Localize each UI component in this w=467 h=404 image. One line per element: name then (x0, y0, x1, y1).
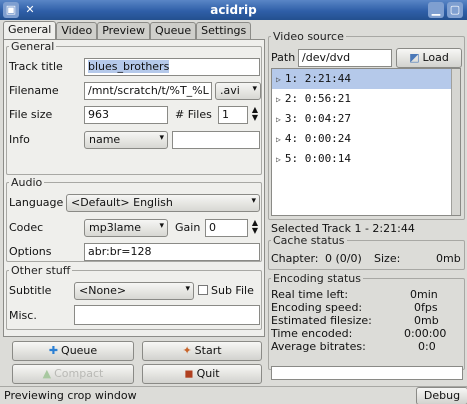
subfile-checkbox[interactable]: Sub File (198, 284, 254, 297)
tab-general[interactable]: General (3, 21, 57, 40)
cache-size-value: 0mb (436, 252, 461, 265)
misc-input[interactable] (74, 305, 260, 325)
tab-queue[interactable]: Queue (150, 22, 197, 40)
expander-icon: ▷ (276, 95, 281, 104)
path-input[interactable]: /dev/dvd (298, 49, 392, 67)
extension-select[interactable]: .avi ▾ (215, 82, 261, 100)
info-input[interactable] (172, 131, 260, 149)
tab-settings[interactable]: Settings (196, 22, 252, 40)
dropdown-arrow-icon: ▾ (251, 196, 256, 206)
status-bar: Previewing crop window Debug (0, 386, 467, 404)
track-list: ▷ 1: 2:21:44 ▷ 2: 0:56:21 ▷ 3: 0:04:27 ▷ 4: … (271, 68, 461, 216)
start-button[interactable]: ✦ Start (142, 341, 262, 361)
language-label: Language (9, 196, 64, 209)
filename-label: Filename (9, 84, 59, 97)
track-item[interactable]: ▷ 3: 0:04:27 (272, 109, 460, 129)
dropdown-arrow-icon: ▾ (185, 284, 190, 294)
maximize-icon[interactable]: ▢ (447, 2, 463, 18)
compact-button[interactable]: ▲ Compact (12, 364, 134, 384)
enc-row-value: 0min (410, 288, 438, 301)
minimize-icon[interactable]: ▁ (428, 2, 444, 18)
debug-button[interactable]: Debug (416, 387, 467, 404)
gain-input[interactable]: 0 (205, 219, 248, 237)
track-list-scrollbar[interactable] (451, 69, 460, 215)
encoding-status-legend: Encoding status (273, 272, 361, 285)
expander-icon: ▷ (276, 155, 281, 164)
filesize-input[interactable]: 963 (84, 106, 168, 124)
path-label: Path (271, 51, 296, 64)
window-title: acidrip (210, 3, 257, 17)
enc-row-value: 0:0 (418, 340, 436, 353)
dropdown-arrow-icon: ▾ (252, 84, 257, 94)
codec-select[interactable]: mp3lame ▾ (84, 219, 168, 237)
track-title-input[interactable]: blues_brothers (84, 58, 260, 76)
general-tab-panel: General Track title blues_brothers Filen… (3, 39, 265, 337)
enc-row-value: 0:00:00 (404, 327, 447, 340)
gain-spinner[interactable]: ▲ ▼ (250, 219, 260, 235)
filename-input[interactable]: /mnt/scratch/t/%T_%L (84, 82, 212, 100)
video-source-legend: Video source (273, 30, 344, 43)
enc-row-label: Estimated filesize: (271, 314, 372, 327)
audio-legend: Audio (11, 176, 43, 189)
dropdown-arrow-icon: ▾ (159, 221, 164, 231)
cache-size-label: Size: (374, 252, 401, 265)
expander-icon: ▷ (276, 115, 281, 124)
enc-row-label: Encoding speed: (271, 301, 363, 314)
chapter-label: Chapter: (271, 252, 319, 265)
track-item[interactable]: ▷ 5: 0:00:14 (272, 149, 460, 169)
enc-row-value: 0mb (414, 314, 439, 327)
track-title-label: Track title (9, 60, 63, 73)
options-label: Options (9, 245, 52, 258)
filesize-label: File size (9, 108, 53, 121)
subtitle-select[interactable]: <None> ▾ (74, 282, 194, 300)
options-input[interactable]: abr:br=128 (84, 243, 260, 261)
enc-row-label: Average bitrates: (271, 340, 366, 353)
dropdown-arrow-icon: ▾ (159, 133, 164, 143)
quit-button[interactable]: ◼ Quit (142, 364, 262, 384)
queue-button[interactable]: ✚ Queue (12, 341, 134, 361)
quit-icon: ◼ (184, 367, 194, 380)
chapter-value: 0 (0/0) (325, 252, 362, 265)
checkbox-icon (198, 285, 208, 295)
track-item[interactable]: ▷ 4: 0:00:24 (272, 129, 460, 149)
gain-label: Gain (175, 221, 201, 234)
tab-preview[interactable]: Preview (97, 22, 151, 40)
tab-video[interactable]: Video (56, 22, 98, 40)
expander-icon: ▷ (276, 75, 281, 84)
expander-icon: ▷ (276, 135, 281, 144)
cache-status-legend: Cache status (273, 234, 345, 247)
files-count-spinner[interactable]: ▲ ▼ (250, 106, 260, 122)
language-select[interactable]: <Default> English ▾ (66, 194, 260, 212)
enc-row-label: Real time left: (271, 288, 349, 301)
subtitle-label: Subtitle (9, 284, 52, 297)
encoding-progress-bar (271, 366, 463, 380)
track-item[interactable]: ▷ 1: 2:21:44 (272, 69, 460, 89)
compact-icon: ▲ (42, 367, 52, 380)
codec-label: Codec (9, 221, 44, 234)
files-count-label: # Files (175, 108, 212, 121)
enc-row-label: Time encoded: (271, 327, 353, 340)
enc-row-value: 0fps (414, 301, 438, 314)
load-button[interactable]: ◩ Load (396, 48, 462, 68)
status-message: Previewing crop window (4, 389, 137, 402)
general-legend: General (11, 40, 55, 53)
info-label: Info (9, 133, 30, 146)
files-count-input[interactable]: 1 (218, 106, 248, 124)
info-select[interactable]: name ▾ (84, 131, 168, 149)
load-icon: ◩ (409, 51, 420, 64)
add-icon: ✚ (48, 344, 59, 357)
other-stuff-legend: Other stuff (11, 264, 71, 277)
tab-bar: General Video Preview Queue Settings (3, 21, 252, 40)
title-bar[interactable]: ▣ ✕ acidrip ▁ ▢ (0, 0, 467, 20)
start-icon: ✦ (182, 344, 192, 357)
track-item[interactable]: ▷ 2: 0:56:21 (272, 89, 460, 109)
misc-label: Misc. (9, 309, 37, 322)
